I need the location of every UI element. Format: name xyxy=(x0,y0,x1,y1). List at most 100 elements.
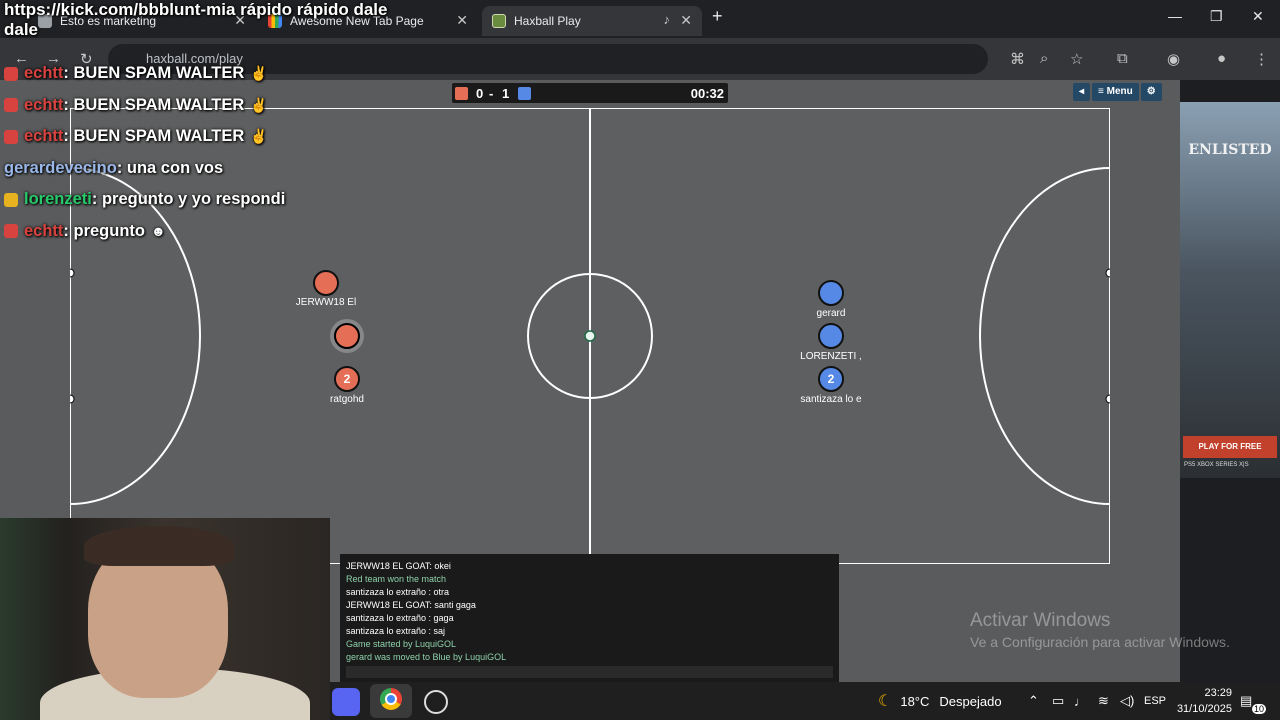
weather-temperature: 18°C xyxy=(900,693,930,709)
profile-sync-icon[interactable]: ◉ xyxy=(1167,50,1180,68)
microphone-icon[interactable]: ♩ xyxy=(1074,682,1087,720)
bookmark-star-icon[interactable]: ☆ xyxy=(1070,50,1083,68)
chat-line: JERWW18 EL GOAT: okei xyxy=(346,561,451,571)
more-menu-icon[interactable]: ⋮ xyxy=(1254,50,1269,68)
chat-line: santizaza lo extraño : saj xyxy=(346,626,446,636)
chat-message: : una con vos xyxy=(116,158,224,177)
right-goal-post xyxy=(1105,394,1110,404)
chat-user: echtt xyxy=(24,64,64,83)
chat-message: : BUEN SPAM WALTER xyxy=(63,64,245,83)
chat-line-system: Game started by LuquiGOL xyxy=(346,639,457,649)
window-close-icon[interactable]: ✕ xyxy=(1252,8,1264,25)
player-disc-red xyxy=(313,270,339,296)
ad-play-button[interactable]: PLAY FOR FREE xyxy=(1183,436,1277,458)
moderator-badge-icon xyxy=(4,129,18,144)
right-goal-post xyxy=(1105,268,1110,278)
ad-title: ENLISTED xyxy=(1188,142,1272,158)
wifi-icon[interactable]: ≋ xyxy=(1098,682,1109,720)
chat-line: santizaza lo extraño : gaga xyxy=(346,613,454,623)
chat-message: : pregunto y yo respondi xyxy=(91,190,286,209)
watermark-title: Activar Windows xyxy=(970,610,1111,631)
clock-date: 31/10/2025 xyxy=(1176,703,1232,715)
chat-user: echtt xyxy=(24,95,64,114)
tab-label: Haxball Play xyxy=(514,14,581,28)
streamer-webcam xyxy=(0,518,330,720)
chat-line-system: gerard was moved to Blue by LuquiGOL xyxy=(346,652,507,662)
moderator-badge-icon xyxy=(4,98,18,113)
blue-score: 1 xyxy=(502,86,510,101)
chrome-app-button[interactable] xyxy=(370,684,412,718)
game-chat: JERWW18 EL GOAT: okei Red team won the m… xyxy=(340,554,839,682)
volume-icon[interactable]: ◁) xyxy=(1120,682,1134,720)
moon-icon: ☾ xyxy=(878,693,893,710)
haxball-favicon-icon xyxy=(492,14,506,28)
chat-user: gerardevecino xyxy=(4,158,117,177)
advertisement-panel[interactable]: ENLISTED PLAY FOR FREE PS5 XBOX SERIES X… xyxy=(1180,102,1280,478)
player-disc-blue xyxy=(818,280,844,306)
system-clock[interactable]: 23:29 31/10/2025 xyxy=(1172,685,1232,717)
stream-chat-line: lorenzeti : pregunto y yo respondi xyxy=(4,184,424,216)
moderator-badge-icon xyxy=(4,224,18,239)
speaker-icon[interactable]: ♪ xyxy=(664,12,671,27)
match-timer: 00:32 xyxy=(690,86,724,101)
settings-gear-icon[interactable]: ⚙ xyxy=(1140,83,1162,101)
chevron-up-icon[interactable]: ⌃ xyxy=(1028,682,1039,720)
chrome-icon-center xyxy=(385,693,397,705)
red-score: 0 xyxy=(476,86,484,101)
red-team-swatch xyxy=(455,87,468,100)
menu-button[interactable]: ≡ Menu xyxy=(1092,83,1139,101)
game-menu-buttons: ◂ ≡ Menu ⚙ xyxy=(1073,83,1162,101)
stream-chat-overlay: echtt : BUEN SPAM WALTER ✌ echtt : BUEN … xyxy=(4,58,424,247)
minimize-icon[interactable]: — xyxy=(1168,8,1182,24)
chat-line-system: Red team won the match xyxy=(346,574,447,584)
chat-message: : BUEN SPAM WALTER xyxy=(63,127,245,146)
crown-badge-icon xyxy=(4,192,18,207)
scoreboard: 0 - 1 00:32 xyxy=(452,83,728,103)
stream-chat-line: gerardevecino : una con vos xyxy=(4,153,424,185)
emote-icon: ✌ xyxy=(250,128,268,145)
avatar-icon[interactable]: ● xyxy=(1217,50,1226,67)
notification-count-badge: 10 xyxy=(1252,704,1267,714)
new-tab-icon[interactable]: + xyxy=(712,6,723,27)
camera-icon[interactable]: ▭ xyxy=(1052,682,1064,720)
translate-icon[interactable]: ⌘ xyxy=(1010,50,1025,68)
chat-input[interactable] xyxy=(346,666,833,678)
extensions-icon[interactable]: ⧉ xyxy=(1117,50,1128,67)
stream-chat-line: echtt : BUEN SPAM WALTER ✌ xyxy=(4,90,424,122)
blue-team-swatch xyxy=(518,87,531,100)
tab-haxball-play[interactable]: Haxball Play ♪ ✕ xyxy=(482,6,702,36)
ad-platforms: PS5 XBOX SERIES X|S xyxy=(1184,462,1249,468)
notification-icon[interactable]: ▤ xyxy=(1240,682,1252,720)
weather-description: Despejado xyxy=(939,693,1002,709)
clock-time: 23:29 xyxy=(1204,687,1232,699)
chat-line: JERWW18 EL GOAT: santi gaga xyxy=(346,600,476,610)
close-icon[interactable]: ✕ xyxy=(456,12,468,29)
discord-app-icon[interactable] xyxy=(332,688,360,716)
stream-chat-line: echtt : pregunto ☻ xyxy=(4,216,424,248)
left-goal-post xyxy=(70,394,75,404)
stream-chat-line: echtt : BUEN SPAM WALTER ✌ xyxy=(4,121,424,153)
chat-message: : pregunto xyxy=(63,221,145,240)
close-icon[interactable]: ✕ xyxy=(680,12,692,29)
zoom-icon[interactable]: ⌕ xyxy=(1040,50,1048,67)
player-disc-blue: 2 xyxy=(818,366,844,392)
player-disc-blue xyxy=(818,323,844,349)
language-indicator[interactable]: ESP xyxy=(1144,682,1166,720)
chat-line: santizaza lo extraño : otra xyxy=(346,587,450,597)
player-name: gerard xyxy=(816,308,846,319)
chat-message: : BUEN SPAM WALTER xyxy=(63,95,245,114)
moderator-badge-icon xyxy=(4,66,18,81)
restore-icon[interactable]: ❐ xyxy=(1210,8,1223,25)
player-name: LORENZETI , xyxy=(800,351,862,362)
left-goal-post xyxy=(70,268,75,278)
score-separator: - xyxy=(489,86,494,101)
player-name: JERWW18 El xyxy=(295,297,357,308)
player-name: ratgohd xyxy=(330,394,364,405)
emote-icon: ✌ xyxy=(250,65,268,82)
weather-widget[interactable]: ☾ 18°C Despejado xyxy=(878,682,1002,720)
emote-icon: ☻ xyxy=(151,223,166,240)
obs-app-icon[interactable] xyxy=(424,690,448,714)
activate-windows-watermark: Activar Windows Ve a Configuración para … xyxy=(970,610,1230,650)
collapse-arrow-icon[interactable]: ◂ xyxy=(1073,83,1091,101)
player-name: santizaza lo e xyxy=(800,394,862,405)
